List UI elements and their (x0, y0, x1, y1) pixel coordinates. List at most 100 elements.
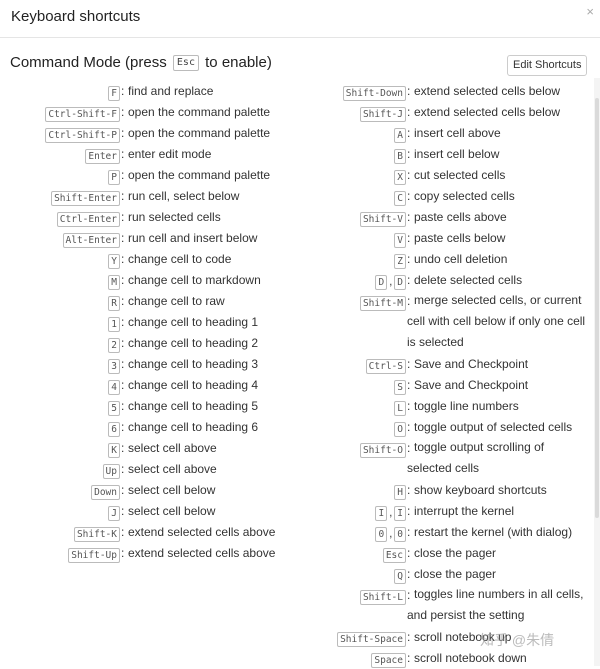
key-colon: : (407, 630, 411, 644)
key-colon: : (407, 210, 411, 224)
mode-title-suffix: to enable) (205, 54, 272, 71)
shortcut-row: D, D: delete selected cells (0, 270, 600, 291)
shortcut-description: toggle line numbers (414, 399, 519, 413)
shortcut-key: Up (102, 464, 120, 479)
key-colon: : (407, 546, 411, 560)
shortcut-description: scroll notebook down (414, 651, 527, 665)
key-separator: , (389, 528, 393, 540)
shortcut-key: V (394, 233, 406, 248)
shortcut-description: toggle output of selected cells (414, 420, 573, 434)
key-colon: : (407, 105, 411, 119)
key-colon: : (407, 231, 411, 245)
shortcut-row: S: Save and Checkpoint (0, 375, 600, 396)
key-colon: : (121, 336, 125, 350)
shortcut-description: show keyboard shortcuts (414, 483, 547, 497)
shortcut-key: I (394, 506, 406, 521)
key-colon: : (407, 525, 411, 539)
key-colon: : (407, 567, 411, 581)
shortcut-row: Shift-J: extend selected cells below (0, 102, 600, 123)
shortcut-description: paste cells above (414, 210, 507, 224)
shortcut-key: I (375, 506, 388, 521)
shortcut-row: Q: close the pager (0, 564, 600, 585)
key-colon: : (121, 462, 125, 476)
shortcut-key: Shift-J (359, 107, 406, 122)
shortcut-key: Shift-Space (337, 632, 406, 647)
dialog-header: Keyboard shortcuts × (0, 0, 600, 38)
shortcut-key: 0 (375, 527, 388, 542)
shortcut-description: paste cells below (414, 231, 506, 245)
shortcut-key: 2 (108, 338, 120, 353)
shortcut-key: Shift-V (359, 212, 406, 227)
shortcut-key: Z (394, 254, 406, 269)
shortcut-row: Shift-M: merge selected cells, or current… (0, 291, 600, 349)
key-colon: : (407, 126, 411, 140)
shortcut-description: change cell to heading 1 (128, 315, 259, 329)
shortcut-key: H (394, 485, 406, 500)
shortcut-key: B (394, 149, 406, 164)
shortcut-key: C (394, 191, 406, 206)
shortcut-row: C: copy selected cells (0, 186, 600, 207)
shortcut-row: Ctrl-S: Save and Checkpoint (0, 354, 600, 375)
watermark: 知乎 @朱倩 (480, 632, 555, 648)
key-colon: : (121, 315, 125, 329)
shortcut-description: extend selected cells below (414, 84, 561, 98)
shortcut-description: Save and Checkpoint (414, 378, 529, 392)
dialog-title: Keyboard shortcuts (11, 8, 141, 25)
shortcut-row: H: show keyboard shortcuts (0, 480, 600, 501)
shortcut-description: close the pager (414, 567, 497, 581)
shortcut-row: Shift-Down: extend selected cells below (0, 81, 600, 102)
shortcut-description: undo cell deletion (414, 252, 508, 266)
key-colon: : (407, 273, 411, 287)
shortcut-row: L: toggle line numbers (0, 396, 600, 417)
key-colon: : (407, 399, 411, 413)
shortcut-key: Esc (382, 548, 406, 563)
shortcut-row: I, I: interrupt the kernel (0, 501, 600, 522)
shortcut-key: S (394, 380, 406, 395)
shortcut-row: Shift-L: toggles line numbers in all cell… (0, 585, 600, 622)
key-colon: : (407, 84, 411, 98)
shortcut-key: 0 (394, 527, 406, 542)
shortcut-description: insert cell below (414, 147, 500, 161)
shortcut-description: Save and Checkpoint (414, 357, 529, 371)
command-mode-heading: Command Mode (press Esc to enable) (10, 54, 272, 71)
mode-title-prefix: Command Mode (press (10, 54, 167, 71)
key-colon: : (407, 357, 411, 371)
shortcut-description: copy selected cells (414, 189, 515, 203)
shortcut-row: Shift-O: toggle output scrolling of selec… (0, 438, 600, 475)
shortcut-key: Shift-M (359, 296, 406, 311)
shortcut-row: Shift-V: paste cells above (0, 207, 600, 228)
shortcut-key: Shift-L (359, 590, 406, 605)
shortcut-key: 1 (108, 317, 120, 332)
shortcut-row: V: paste cells below (0, 228, 600, 249)
close-icon[interactable]: × (586, 4, 594, 19)
shortcut-key: Shift-O (359, 443, 406, 458)
key-colon: : (407, 504, 411, 518)
shortcut-description: toggle output scrolling of selected cell… (407, 440, 545, 475)
key-separator: , (389, 276, 393, 288)
shortcut-description: restart the kernel (with dialog) (414, 525, 573, 539)
shortcut-description: toggles line numbers in all cells, and p… (407, 587, 584, 622)
shortcut-description: insert cell above (414, 126, 501, 140)
shortcut-key: A (394, 128, 406, 143)
shortcut-description: change cell to heading 2 (128, 336, 259, 350)
shortcut-description: interrupt the kernel (414, 504, 515, 518)
shortcut-row: A: insert cell above (0, 123, 600, 144)
shortcut-key: D (375, 275, 388, 290)
shortcut-description: close the pager (414, 546, 497, 560)
shortcut-row: B: insert cell below (0, 144, 600, 165)
mode-title-key: Esc (172, 55, 199, 71)
shortcut-key: D (394, 275, 406, 290)
shortcut-description: merge selected cells, or current cell wi… (407, 293, 586, 349)
shortcut-description: select cell above (128, 462, 217, 476)
key-colon: : (407, 147, 411, 161)
shortcut-row: Esc: close the pager (0, 543, 600, 564)
shortcut-row: O: toggle output of selected cells (0, 417, 600, 438)
shortcut-key: Q (394, 569, 406, 584)
key-colon: : (407, 252, 411, 266)
key-colon: : (407, 189, 411, 203)
key-colon: : (407, 378, 411, 392)
key-colon: : (407, 483, 411, 497)
shortcut-key: L (394, 401, 406, 416)
edit-shortcuts-button[interactable]: Edit Shortcuts (507, 55, 588, 76)
shortcut-key: Ctrl-S (365, 359, 406, 374)
